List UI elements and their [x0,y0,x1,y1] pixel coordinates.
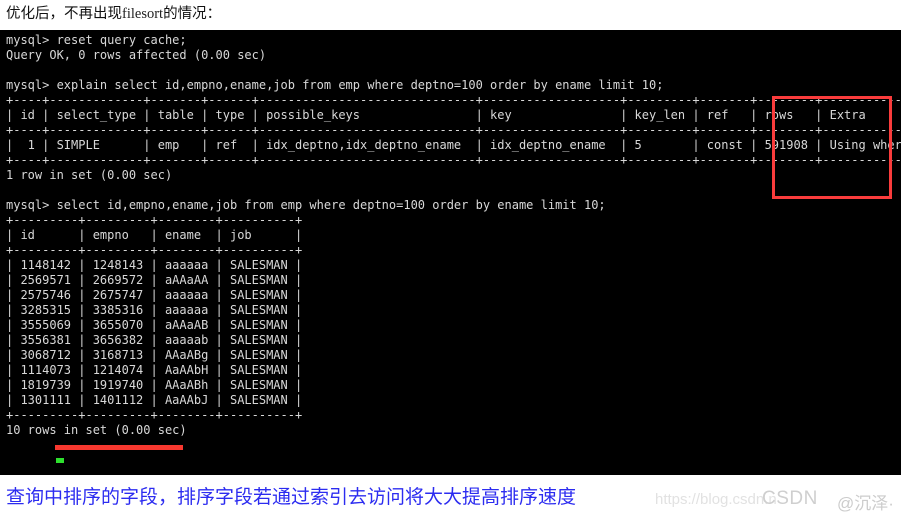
watermark-url: https://blog.csdn.n [655,491,777,508]
watermark-handle: @沉泽· [837,494,894,513]
terminal-cursor [56,458,64,463]
rows-count-underline [55,445,183,450]
terminal-window[interactable]: mysql> reset query cache; Query OK, 0 ro… [0,30,901,475]
top-caption-prefix: 优化后，不再出现 [6,6,122,22]
watermark: https://blog.csdn.n CSDN @沉泽· [655,487,915,517]
watermark-brand: CSDN [762,488,818,509]
terminal-output: mysql> reset query cache; Query OK, 0 ro… [6,33,901,437]
bottom-caption: 查询中排序的字段，排序字段若通过索引去访问将大大提高排序速度 [6,487,577,508]
top-caption-keyword: filesort [122,6,164,22]
top-caption-suffix: 的情况： [163,6,222,22]
top-caption: 优化后，不再出现filesort的情况： [0,0,915,30]
